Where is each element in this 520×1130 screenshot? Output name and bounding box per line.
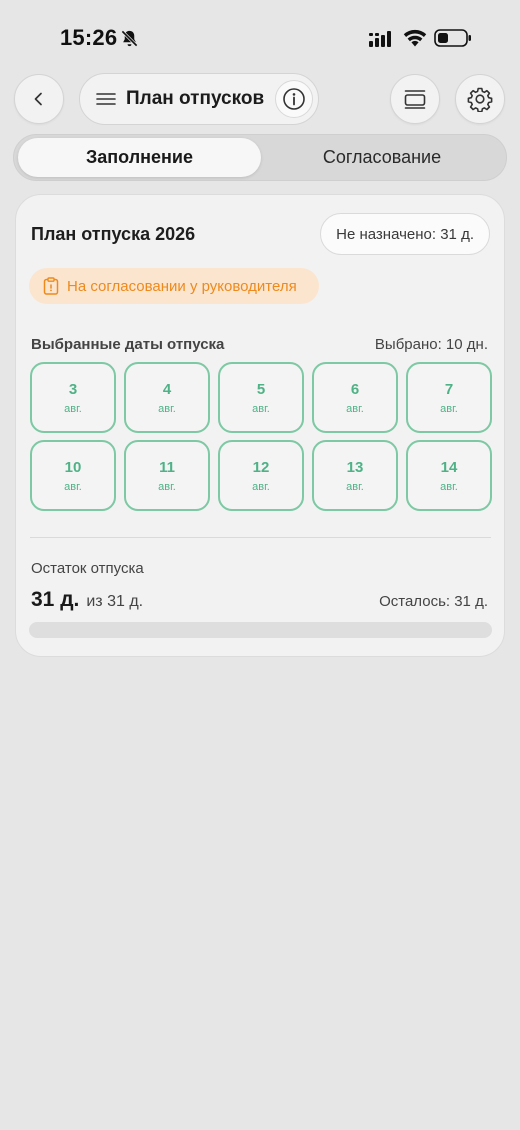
back-button[interactable]	[14, 74, 64, 124]
remaining-value: 31 д. из 31 д.	[31, 588, 143, 612]
date-month: авг.	[346, 480, 364, 493]
plan-title: План отпуска 2026	[31, 224, 196, 244]
tab-filling[interactable]: Заполнение	[18, 138, 261, 177]
layout-button[interactable]	[390, 74, 440, 124]
date-grid: 3 авг. 4 авг. 5 авг. 6 авг. 7 авг. 10 ав…	[30, 362, 492, 512]
tab-approval[interactable]: Согласование	[263, 138, 501, 177]
layout-icon	[404, 90, 426, 109]
date-month: авг.	[252, 480, 270, 493]
unassigned-badge: Не назначено: 31 д.	[320, 213, 490, 255]
date-chip[interactable]: 6 авг.	[312, 362, 398, 433]
remaining-label: Остаток отпуска	[31, 560, 144, 577]
status-text: На согласовании у руководителя	[67, 277, 297, 295]
date-month: авг.	[252, 402, 270, 415]
clipboard-icon	[43, 277, 59, 295]
date-day: 11	[159, 458, 175, 476]
status-bar: 15:26	[0, 0, 520, 72]
date-month: авг.	[158, 480, 176, 493]
date-day: 6	[350, 380, 360, 398]
date-chip[interactable]: 7 авг.	[406, 362, 492, 433]
date-day: 12	[252, 458, 270, 476]
date-chip[interactable]: 5 авг.	[218, 362, 304, 433]
date-chip[interactable]: 4 авг.	[124, 362, 210, 433]
date-day: 5	[256, 380, 266, 398]
date-month: авг.	[440, 402, 458, 415]
remaining-left: Осталось: 31 д.	[379, 593, 488, 610]
date-month: авг.	[64, 480, 82, 493]
date-month: авг.	[440, 480, 458, 493]
page-title: План отпусков	[126, 88, 265, 109]
date-chip[interactable]: 10 авг.	[30, 440, 116, 511]
date-month: авг.	[64, 402, 82, 415]
info-icon[interactable]	[275, 80, 313, 118]
wifi-icon	[403, 29, 427, 47]
bell-slash-icon	[121, 30, 138, 47]
hamburger-icon	[96, 93, 116, 105]
chevron-left-icon	[34, 92, 42, 106]
date-chip[interactable]: 11 авг.	[124, 440, 210, 511]
dates-label: Выбранные даты отпуска	[31, 336, 225, 353]
status-time: 15:26	[60, 25, 118, 50]
selected-count: Выбрано: 10 дн.	[374, 336, 488, 353]
remaining-days: 31 д.	[31, 588, 80, 611]
date-month: авг.	[158, 402, 176, 415]
date-month: авг.	[346, 402, 364, 415]
vacation-plan-card: План отпуска 2026 Не назначено: 31 д. На…	[15, 194, 505, 657]
date-day: 7	[444, 380, 454, 398]
date-day: 4	[162, 380, 172, 398]
date-chip[interactable]: 12 авг.	[218, 440, 304, 511]
gear-icon	[467, 87, 493, 112]
date-chip[interactable]: 3 авг.	[30, 362, 116, 433]
date-day: 13	[346, 458, 364, 476]
segmented-tabs: Заполнение Согласование	[13, 134, 507, 181]
date-chip[interactable]: 14 авг.	[406, 440, 492, 511]
divider	[30, 537, 491, 538]
page-title-pill[interactable]: План отпусков	[79, 73, 319, 125]
date-day: 3	[68, 380, 78, 398]
date-chip[interactable]: 13 авг.	[312, 440, 398, 511]
battery-icon	[434, 29, 471, 47]
date-day: 10	[64, 458, 82, 476]
date-day: 14	[440, 458, 458, 476]
status-badge: На согласовании у руководителя	[29, 268, 319, 304]
settings-button[interactable]	[455, 74, 505, 124]
signal-icon	[369, 31, 391, 47]
remaining-total: из 31 д.	[86, 593, 144, 610]
remaining-progress-bar	[29, 622, 492, 638]
